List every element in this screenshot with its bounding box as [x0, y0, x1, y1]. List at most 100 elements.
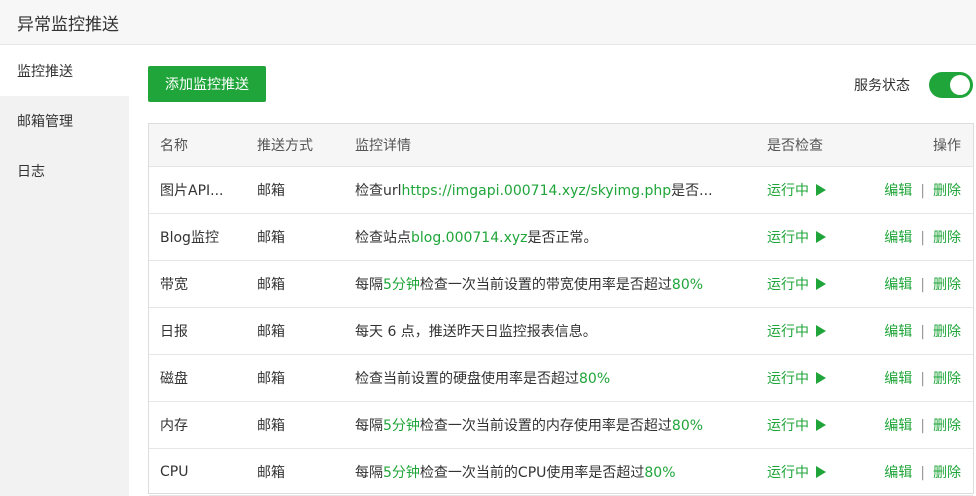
row-name: 带宽 — [160, 277, 188, 293]
sidebar-item-monitor-push[interactable]: 监控推送 — [0, 46, 129, 96]
table-row: Blog监控 邮箱 检查站点blog.000714.xyz是否正常。 运行中 编辑 | 删除 — [149, 214, 973, 261]
detail-highlight: 5分钟 — [383, 277, 420, 293]
row-status-running[interactable]: 运行中 — [767, 227, 826, 247]
play-icon — [816, 278, 826, 290]
table-row: CPU 邮箱 每隔5分钟检查一次当前的CPU使用率是否超过80% 运行中 编辑 | 删除 — [149, 449, 973, 496]
row-method: 邮箱 — [257, 230, 285, 246]
detail-highlight: 80% — [671, 277, 704, 293]
action-separator: | — [920, 230, 925, 246]
toggle-knob — [950, 75, 970, 95]
row-name: 磁盘 — [160, 371, 188, 387]
table-row: 磁盘 邮箱 检查当前设置的硬盘使用率是否超过80% 运行中 编辑 | 删除 — [149, 355, 973, 402]
sidebar-item-mailbox-management[interactable]: 邮箱管理 — [0, 96, 129, 146]
row-actions: 编辑 | 删除 — [884, 227, 961, 247]
row-detail: 检查当前设置的硬盘使用率是否超过80% — [355, 368, 755, 388]
delete-link[interactable]: 删除 — [933, 277, 961, 293]
row-status-running[interactable]: 运行中 — [767, 180, 826, 200]
detail-text: 检查url — [355, 183, 402, 199]
detail-highlight: blog.000714.xyz — [411, 230, 528, 246]
delete-link[interactable]: 删除 — [933, 324, 961, 340]
row-status-running[interactable]: 运行中 — [767, 274, 826, 294]
row-status-running[interactable]: 运行中 — [767, 462, 826, 482]
status-label: 运行中 — [767, 324, 809, 340]
row-actions: 编辑 | 删除 — [884, 321, 961, 341]
detail-text: 检查一次当前设置的带宽使用率是否超过 — [419, 277, 672, 293]
status-label: 运行中 — [767, 371, 809, 387]
delete-link[interactable]: 删除 — [933, 230, 961, 246]
action-separator: | — [920, 371, 925, 387]
action-separator: | — [920, 465, 925, 481]
main-panel: 添加监控推送 服务状态 名称 推送方式 监控详情 是否检查 操作 图片API..… — [129, 46, 976, 496]
row-status-running[interactable]: 运行中 — [767, 368, 826, 388]
row-detail: 每天 6 点，推送昨天日监控报表信息。 — [355, 321, 755, 341]
service-status-toggle[interactable] — [929, 72, 973, 98]
edit-link[interactable]: 编辑 — [884, 465, 912, 481]
detail-text: 是否正常。 — [527, 230, 598, 246]
table-row: 内存 邮箱 每隔5分钟检查一次当前设置的内存使用率是否超过80% 运行中 编辑 | 删除 — [149, 402, 973, 449]
row-actions: 编辑 | 删除 — [884, 180, 961, 200]
row-status-running[interactable]: 运行中 — [767, 415, 826, 435]
row-detail: 每隔5分钟检查一次当前设置的带宽使用率是否超过80% — [355, 274, 755, 294]
edit-link[interactable]: 编辑 — [884, 418, 912, 434]
add-monitor-push-button[interactable]: 添加监控推送 — [148, 66, 266, 102]
table-row: 带宽 邮箱 每隔5分钟检查一次当前设置的带宽使用率是否超过80% 运行中 编辑 | 删除 — [149, 261, 973, 308]
table-row: 图片API... 邮箱 检查urlhttps://imgapi.000714.xyz… — [149, 167, 973, 214]
table-header: 名称 推送方式 监控详情 是否检查 操作 — [149, 124, 973, 167]
row-actions: 编辑 | 删除 — [884, 462, 961, 482]
header-actions: 操作 — [933, 138, 961, 154]
header-name: 名称 — [160, 138, 188, 154]
play-icon — [816, 231, 826, 243]
action-separator: | — [920, 324, 925, 340]
detail-highlight: 80% — [579, 371, 611, 387]
row-method: 邮箱 — [257, 371, 285, 387]
edit-link[interactable]: 编辑 — [884, 277, 912, 293]
header-detail: 监控详情 — [355, 138, 411, 154]
monitor-table: 名称 推送方式 监控详情 是否检查 操作 图片API... 邮箱 检查urlhttp… — [148, 123, 974, 496]
row-detail: 每隔5分钟检查一次当前的CPU使用率是否超过80% — [355, 462, 755, 482]
detail-text: 每天 6 点，推送昨天日监控报表信息。 — [355, 324, 597, 340]
detail-text: 检查当前设置的硬盘使用率是否超过 — [355, 371, 579, 387]
edit-link[interactable]: 编辑 — [884, 371, 912, 387]
detail-text: 检查一次当前设置的内存使用率是否超过 — [419, 418, 672, 434]
row-status-running[interactable]: 运行中 — [767, 321, 826, 341]
delete-link[interactable]: 删除 — [933, 371, 961, 387]
row-actions: 编辑 | 删除 — [884, 274, 961, 294]
title-bar: 异常监控推送 — [0, 0, 976, 45]
sidebar: 监控推送 邮箱管理 日志 — [0, 46, 129, 496]
service-status-label: 服务状态 — [854, 78, 910, 94]
header-method: 推送方式 — [257, 138, 313, 154]
delete-link[interactable]: 删除 — [933, 465, 961, 481]
status-label: 运行中 — [767, 230, 809, 246]
row-method: 邮箱 — [257, 324, 285, 340]
edit-link[interactable]: 编辑 — [884, 183, 912, 199]
sidebar-item-log[interactable]: 日志 — [0, 146, 129, 196]
detail-highlight: https://imgapi.000714.xyz/skyimg.php — [401, 183, 672, 199]
delete-link[interactable]: 删除 — [933, 183, 961, 199]
action-separator: | — [920, 418, 925, 434]
play-icon — [816, 325, 826, 337]
row-method: 邮箱 — [257, 465, 285, 481]
row-detail: 检查urlhttps://imgapi.000714.xyz/skyimg.ph… — [355, 180, 755, 200]
detail-text: 检查站点 — [355, 230, 411, 246]
header-check: 是否检查 — [767, 138, 823, 154]
action-separator: | — [920, 277, 925, 293]
row-method: 邮箱 — [257, 183, 285, 199]
detail-text: 是否... — [671, 183, 713, 199]
detail-text: 每隔 — [355, 418, 383, 434]
status-label: 运行中 — [767, 277, 809, 293]
status-label: 运行中 — [767, 465, 809, 481]
table-row: 日报 邮箱 每天 6 点，推送昨天日监控报表信息。 运行中 编辑 | 删除 — [149, 308, 973, 355]
status-label: 运行中 — [767, 418, 809, 434]
row-detail: 每隔5分钟检查一次当前设置的内存使用率是否超过80% — [355, 415, 755, 435]
row-name: CPU — [160, 464, 189, 480]
detail-highlight: 5分钟 — [383, 465, 420, 481]
delete-link[interactable]: 删除 — [933, 418, 961, 434]
detail-highlight: 80% — [671, 418, 704, 434]
row-detail: 检查站点blog.000714.xyz是否正常。 — [355, 227, 755, 247]
play-icon — [816, 184, 826, 196]
play-icon — [816, 372, 826, 384]
edit-link[interactable]: 编辑 — [884, 230, 912, 246]
edit-link[interactable]: 编辑 — [884, 324, 912, 340]
row-name: 图片API... — [160, 183, 224, 199]
row-name: Blog监控 — [160, 230, 219, 246]
